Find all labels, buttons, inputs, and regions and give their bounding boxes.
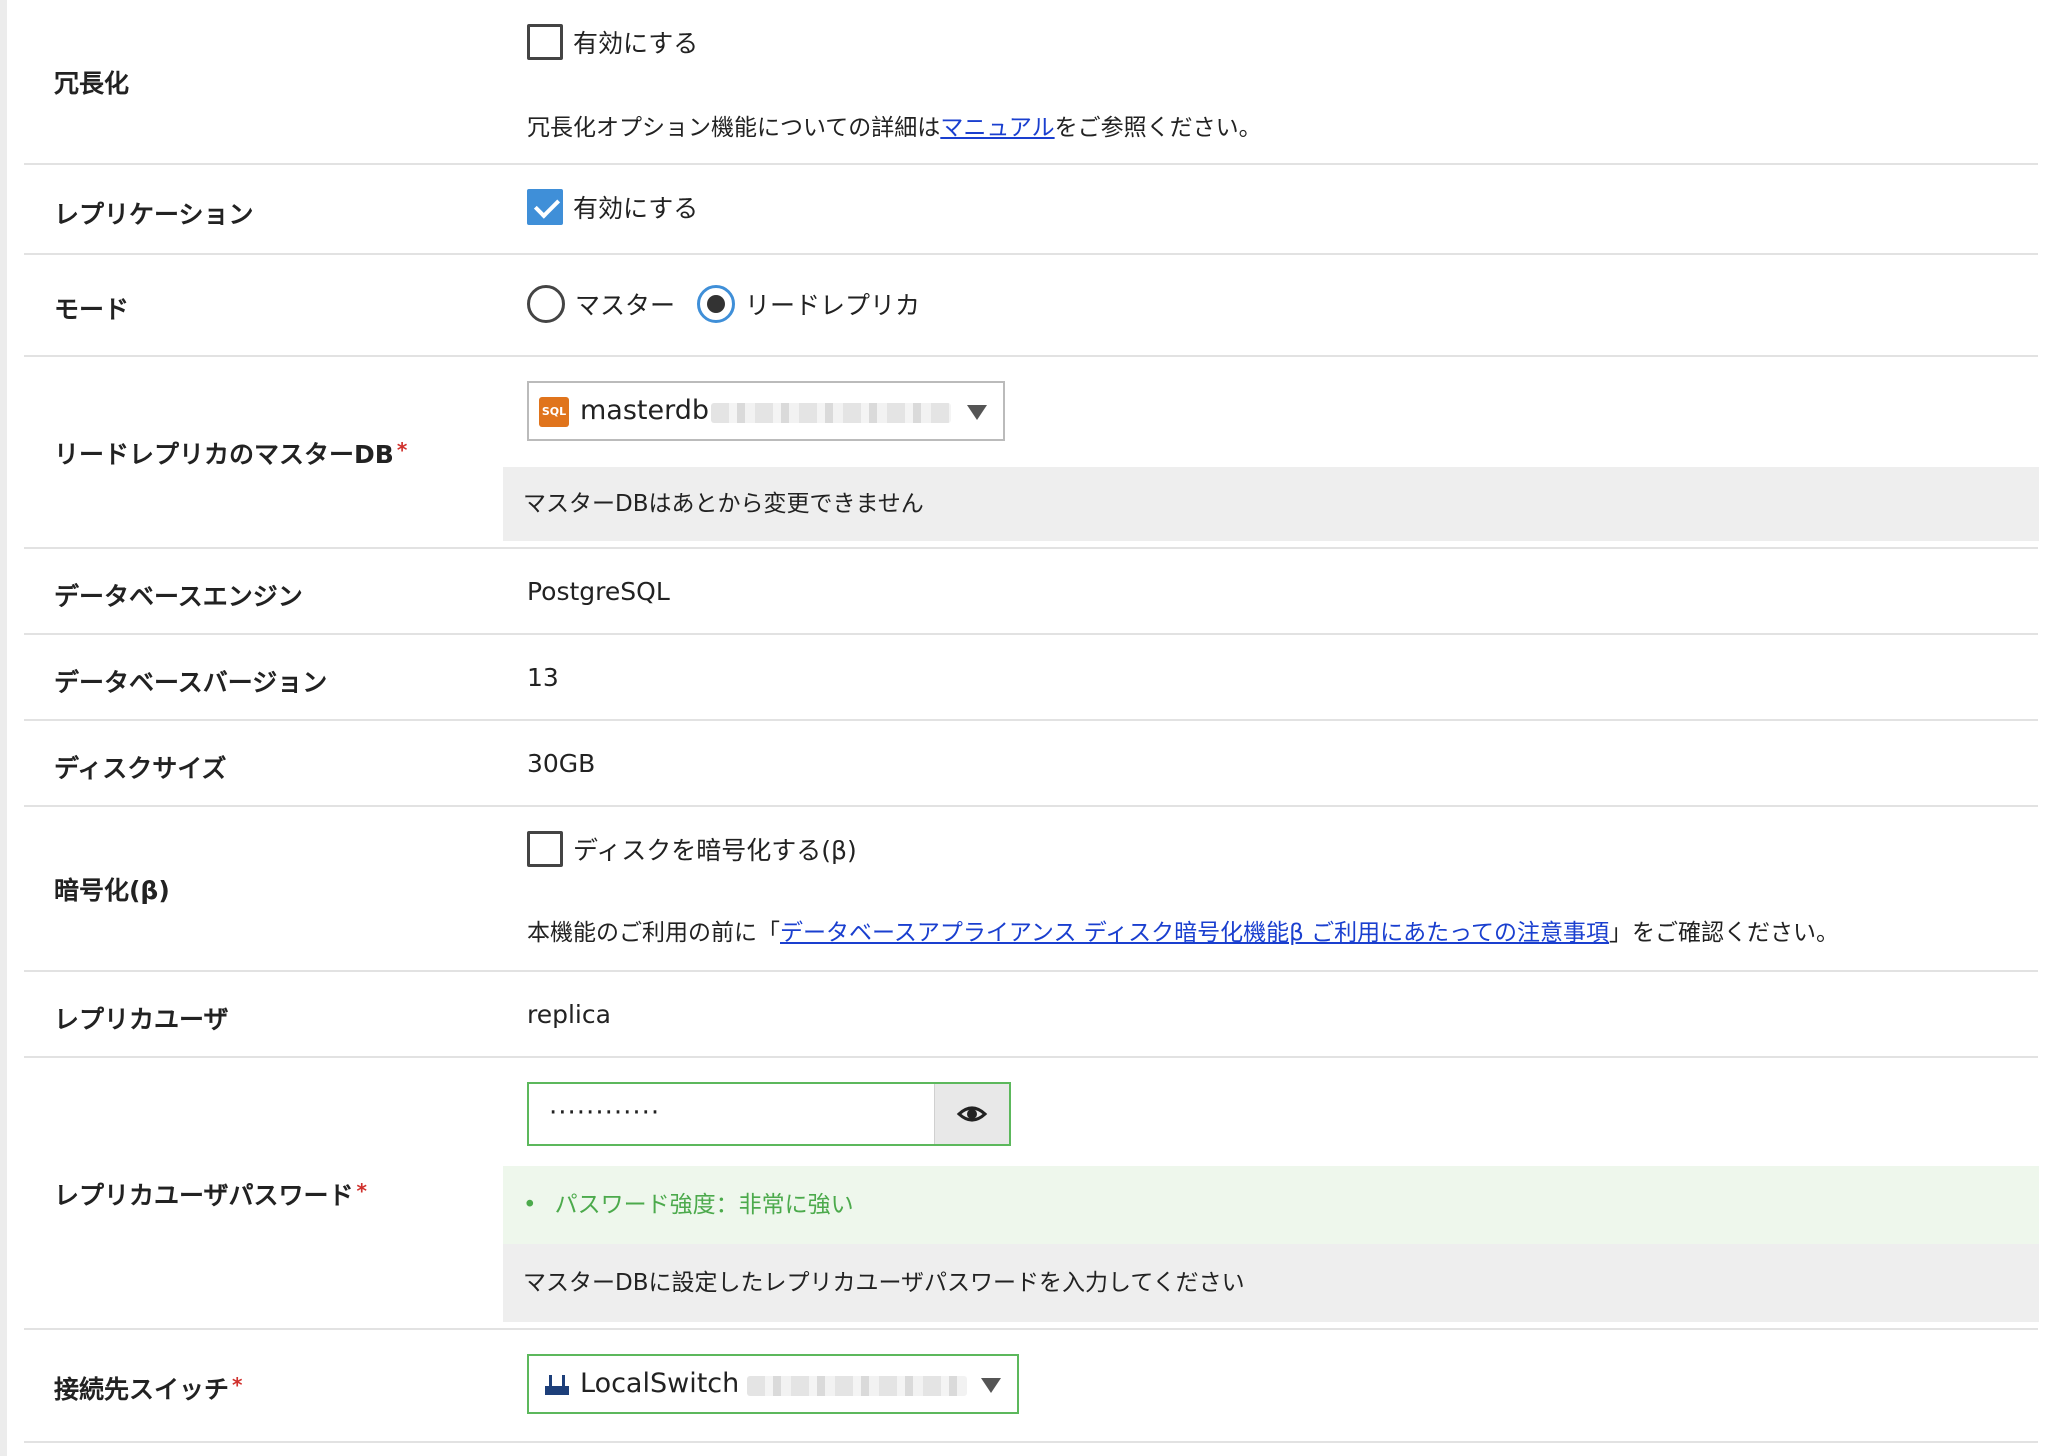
redundancy-note-suffix: をご参照ください。	[1054, 115, 1262, 141]
row-version: データベースバージョン 13	[24, 635, 2038, 721]
form-page: 冗長化 有効にする 冗長化オプション機能についての詳細はマニュアルをご参照くださ…	[0, 0, 2048, 1456]
version-label: データベースバージョン	[54, 668, 328, 697]
chevron-down-icon	[967, 405, 987, 420]
radio-read-replica-circle[interactable]	[696, 285, 735, 323]
replica-password-label: レプリカユーザパスワード *	[54, 1176, 367, 1212]
password-strength: • パスワード強度：非常に強い	[503, 1166, 2039, 1244]
required-mark: *	[356, 1179, 367, 1203]
master-db-label: リードレプリカのマスターDB *	[54, 435, 407, 471]
password-input[interactable]: ············	[549, 1098, 660, 1128]
manual-link[interactable]: マニュアル	[940, 115, 1054, 141]
row-engine: データベースエンジン PostgreSQL	[24, 549, 2038, 635]
eye-icon[interactable]	[934, 1084, 1009, 1144]
row-encryption: 暗号化(β) ディスクを暗号化する(β) 本機能のご利用の前に「データベースアプ…	[24, 807, 2038, 972]
strength-text: パスワード強度：非常に強い	[554, 1192, 854, 1218]
master-db-select[interactable]: SQL masterdb	[527, 381, 1005, 441]
replica-password-label-text: レプリカユーザパスワード	[54, 1181, 354, 1210]
master-db-help: マスターDBはあとから変更できません	[503, 467, 2039, 541]
radio-read-replica[interactable]: リードレプリカ	[696, 285, 920, 323]
encryption-label: 暗号化(β)	[54, 876, 170, 905]
encryption-checkbox-label: ディスクを暗号化する(β)	[573, 836, 857, 865]
redacted-value	[747, 1376, 967, 1396]
encryption-notice-link[interactable]: データベースアプライアンス ディスク暗号化機能β ご利用にあたっての注意事項	[780, 920, 1609, 946]
row-replica-user: レプリカユーザ replica	[24, 972, 2038, 1058]
switch-select[interactable]: LocalSwitch	[527, 1354, 1019, 1414]
disk-size-value: 30GB	[527, 749, 596, 778]
redundancy-note-prefix: 冗長化オプション機能についての詳細は	[527, 115, 941, 141]
redacted-value	[711, 403, 951, 423]
left-edge	[0, 0, 7, 1456]
encryption-toggle[interactable]: ディスクを暗号化する(β)	[527, 831, 857, 867]
password-field: ············	[527, 1082, 1011, 1146]
switch-icon	[543, 1370, 571, 1402]
replication-label: レプリケーション	[54, 200, 254, 229]
encryption-checkbox[interactable]	[527, 831, 563, 867]
replica-user-value: replica	[527, 1000, 611, 1029]
radio-master-circle[interactable]	[527, 285, 565, 323]
row-disk-size: ディスクサイズ 30GB	[24, 721, 2038, 807]
radio-read-replica-label: リードレプリカ	[744, 291, 920, 320]
replication-checkbox-label: 有効にする	[573, 194, 699, 223]
switch-label-text: 接続先スイッチ	[54, 1375, 230, 1404]
disk-size-label: ディスクサイズ	[54, 754, 227, 783]
encryption-note: 本機能のご利用の前に「データベースアプライアンス ディスク暗号化機能β ご利用に…	[527, 913, 1839, 947]
redundancy-note: 冗長化オプション機能についての詳細はマニュアルをご参照ください。	[527, 108, 1262, 142]
replication-checkbox[interactable]	[527, 189, 563, 225]
encryption-note-suffix: 」をご確認ください。	[1609, 920, 1840, 946]
radio-master-label: マスター	[575, 291, 676, 320]
required-mark: *	[232, 1373, 243, 1397]
redundancy-checkbox-label: 有効にする	[573, 29, 699, 58]
engine-label: データベースエンジン	[54, 582, 303, 611]
mode-label: モード	[54, 295, 130, 324]
strength-bullet: •	[523, 1192, 537, 1218]
mode-radio-group: マスター リードレプリカ	[527, 285, 920, 323]
master-db-selected: masterdb	[580, 395, 710, 426]
row-redundancy: 冗長化 有効にする 冗長化オプション機能についての詳細はマニュアルをご参照くださ…	[24, 0, 2038, 165]
engine-value: PostgreSQL	[527, 577, 670, 606]
replica-password-help: マスターDBに設定したレプリカユーザパスワードを入力してください	[503, 1244, 2039, 1322]
row-replication: レプリケーション 有効にする	[24, 165, 2038, 255]
required-mark: *	[396, 438, 408, 462]
switch-selected: LocalSwitch	[580, 1368, 740, 1399]
switch-label: 接続先スイッチ *	[54, 1370, 242, 1406]
master-db-label-text: リードレプリカのマスターDB	[54, 440, 394, 469]
redundancy-checkbox[interactable]	[527, 24, 563, 60]
sql-db-icon: SQL	[539, 397, 569, 427]
row-switch: 接続先スイッチ * LocalSwitch	[24, 1330, 2038, 1443]
redundancy-label: 冗長化	[54, 69, 130, 98]
redundancy-toggle[interactable]: 有効にする	[527, 24, 698, 60]
row-mode: モード マスター リードレプリカ	[24, 255, 2038, 357]
encryption-note-prefix: 本機能のご利用の前に「	[527, 920, 780, 946]
replica-user-label: レプリカユーザ	[54, 1005, 229, 1034]
radio-master[interactable]: マスター	[527, 285, 676, 323]
replication-toggle[interactable]: 有効にする	[527, 189, 698, 225]
chevron-down-icon	[981, 1378, 1001, 1393]
version-value: 13	[527, 663, 559, 692]
